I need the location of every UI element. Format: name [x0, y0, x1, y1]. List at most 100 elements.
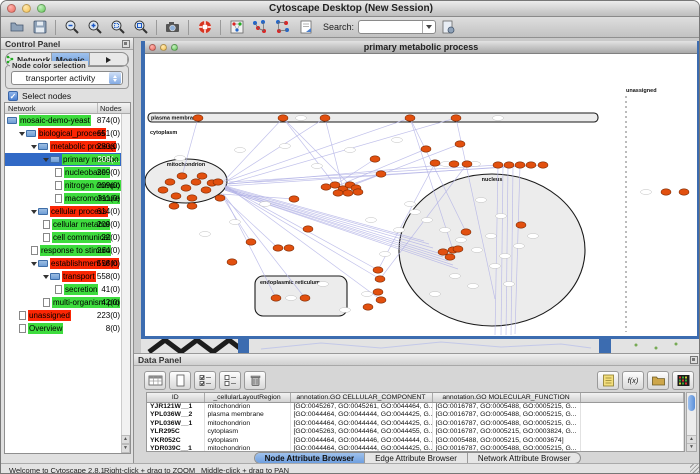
network-node[interactable]: [430, 160, 440, 166]
select-all-attributes-button[interactable]: [194, 371, 216, 390]
network-node[interactable]: [187, 195, 197, 201]
network-node[interactable]: [455, 141, 465, 147]
help-button[interactable]: [193, 18, 216, 37]
disclosure-triangle-icon[interactable]: [31, 210, 37, 214]
disclosure-triangle-icon[interactable]: [43, 158, 49, 162]
tab-network-attribute-browser[interactable]: Network Attribute Browser: [468, 453, 580, 463]
table-column-header[interactable]: ID: [147, 393, 204, 402]
tree-column-network[interactable]: Network: [5, 103, 98, 113]
network-node[interactable]: [300, 295, 310, 301]
search-config-button[interactable]: [436, 18, 459, 37]
disclosure-triangle-icon[interactable]: [19, 132, 25, 136]
network-node[interactable]: [333, 190, 343, 196]
layout-tool-button-1[interactable]: [248, 18, 271, 37]
network-node[interactable]: [373, 289, 383, 295]
scroll-up-icon[interactable]: ▲: [121, 435, 130, 444]
tree-row[interactable]: nitrogen compo209(0): [5, 179, 130, 192]
network-node[interactable]: [373, 267, 383, 273]
network-node[interactable]: [213, 179, 223, 185]
network-node[interactable]: [449, 161, 459, 167]
network-node[interactable]: [353, 189, 363, 195]
network-node[interactable]: [504, 162, 514, 168]
formula-builder-button[interactable]: f(x): [622, 371, 644, 390]
window-titlebar[interactable]: Cytoscape Desktop (New Session): [1, 1, 700, 17]
network-node[interactable]: [445, 254, 455, 260]
node-color-combobox[interactable]: transporter activity: [11, 71, 123, 85]
network-node[interactable]: [679, 189, 689, 195]
network-node[interactable]: [661, 189, 671, 195]
tree-row[interactable]: response to stimulu264(0): [5, 244, 130, 257]
scroll-down-icon[interactable]: ▼: [121, 444, 130, 453]
table-scrollbar-thumb[interactable]: [688, 395, 695, 411]
network-node[interactable]: [246, 239, 256, 245]
network-node[interactable]: [453, 246, 463, 252]
network-node[interactable]: [201, 187, 211, 193]
network-node[interactable]: [370, 156, 380, 162]
tree-row[interactable]: macromolecule311(0): [5, 192, 130, 205]
table-column-header[interactable]: annotation.GO MOLECULAR_FUNCTION: [432, 393, 580, 402]
annotation-button[interactable]: [294, 18, 317, 37]
network-node[interactable]: [303, 226, 313, 232]
vizmapper-button[interactable]: [225, 18, 248, 37]
tree-row[interactable]: primary metabo209(...: [5, 153, 130, 166]
network-node[interactable]: [177, 173, 187, 179]
zoom-out-button[interactable]: [60, 18, 83, 37]
table-column-header[interactable]: annotation.GO CELLULAR_COMPONENT: [290, 393, 432, 402]
table-scroll-up-icon[interactable]: ▲: [687, 435, 696, 443]
tree-row[interactable]: metabolic process280(0): [5, 140, 130, 153]
network-node[interactable]: [526, 162, 536, 168]
network-node[interactable]: [462, 161, 472, 167]
open-file-button[interactable]: [5, 18, 28, 37]
tree-row[interactable]: Overview8(0): [5, 322, 130, 335]
zoom-selected-region-button[interactable]: [106, 18, 129, 37]
zoom-fit-button[interactable]: [129, 18, 152, 37]
network-node[interactable]: [158, 187, 168, 193]
network-node[interactable]: [215, 195, 225, 201]
network-node[interactable]: [538, 162, 548, 168]
network-node[interactable]: [187, 203, 197, 209]
matrix-view-button[interactable]: [672, 371, 694, 390]
disclosure-triangle-icon[interactable]: [43, 275, 49, 279]
table-column-header[interactable]: _cellularLayoutRegion: [204, 393, 290, 402]
table-row[interactable]: YPL036W__2plasma membrane[GO:0044464, GO…: [147, 411, 684, 420]
network-node[interactable]: [438, 249, 448, 255]
network-canvas[interactable]: plasma membranecytoplasmmitochondrionnuc…: [145, 54, 697, 335]
disclosure-triangle-icon[interactable]: [31, 262, 37, 266]
network-node[interactable]: [320, 115, 330, 121]
network-node[interactable]: [289, 196, 299, 202]
table-row[interactable]: YKR052Ccytoplasm[GO:0044464, GO:0044446,…: [147, 436, 684, 445]
select-nodes-checkbox[interactable]: ✓: [8, 91, 18, 101]
table-row[interactable]: YJR121W__1mitochondrion[GO:0045267, GO:0…: [147, 402, 684, 411]
disclosure-triangle-icon[interactable]: [31, 145, 37, 149]
resize-grip[interactable]: [690, 464, 700, 474]
tree-row[interactable]: cellular metabol209(0): [5, 218, 130, 231]
network-node[interactable]: [493, 162, 503, 168]
zoom-in-button[interactable]: [83, 18, 106, 37]
search-input[interactable]: [359, 21, 422, 33]
search-dropdown-button[interactable]: [422, 21, 435, 33]
float-data-panel-icon[interactable]: [690, 356, 698, 364]
network-node[interactable]: [227, 259, 237, 265]
network-node[interactable]: [197, 173, 207, 179]
tree-row[interactable]: biological_process651(0): [5, 127, 130, 140]
notes-button[interactable]: [597, 371, 619, 390]
tree-row[interactable]: nucleobase-209(0): [5, 166, 130, 179]
create-attribute-button[interactable]: [169, 371, 191, 390]
network-node[interactable]: [193, 115, 203, 121]
import-attributes-button[interactable]: [647, 371, 669, 390]
network-node[interactable]: [516, 222, 526, 228]
network-node[interactable]: [375, 276, 385, 282]
network-node[interactable]: [343, 190, 353, 196]
unselect-all-attributes-button[interactable]: [219, 371, 241, 390]
tree-scrollbar[interactable]: ▲ ▼: [121, 114, 130, 453]
table-column-header[interactable]: [580, 393, 684, 402]
select-attributes-button[interactable]: [144, 371, 166, 390]
network-node[interactable]: [421, 146, 431, 152]
network-node[interactable]: [165, 179, 175, 185]
network-node[interactable]: [321, 184, 331, 190]
network-node[interactable]: [284, 245, 294, 251]
tree-row[interactable]: transport558(0): [5, 270, 130, 283]
network-node[interactable]: [171, 193, 181, 199]
network-snapshot-button[interactable]: [161, 18, 184, 37]
network-node[interactable]: [515, 162, 525, 168]
